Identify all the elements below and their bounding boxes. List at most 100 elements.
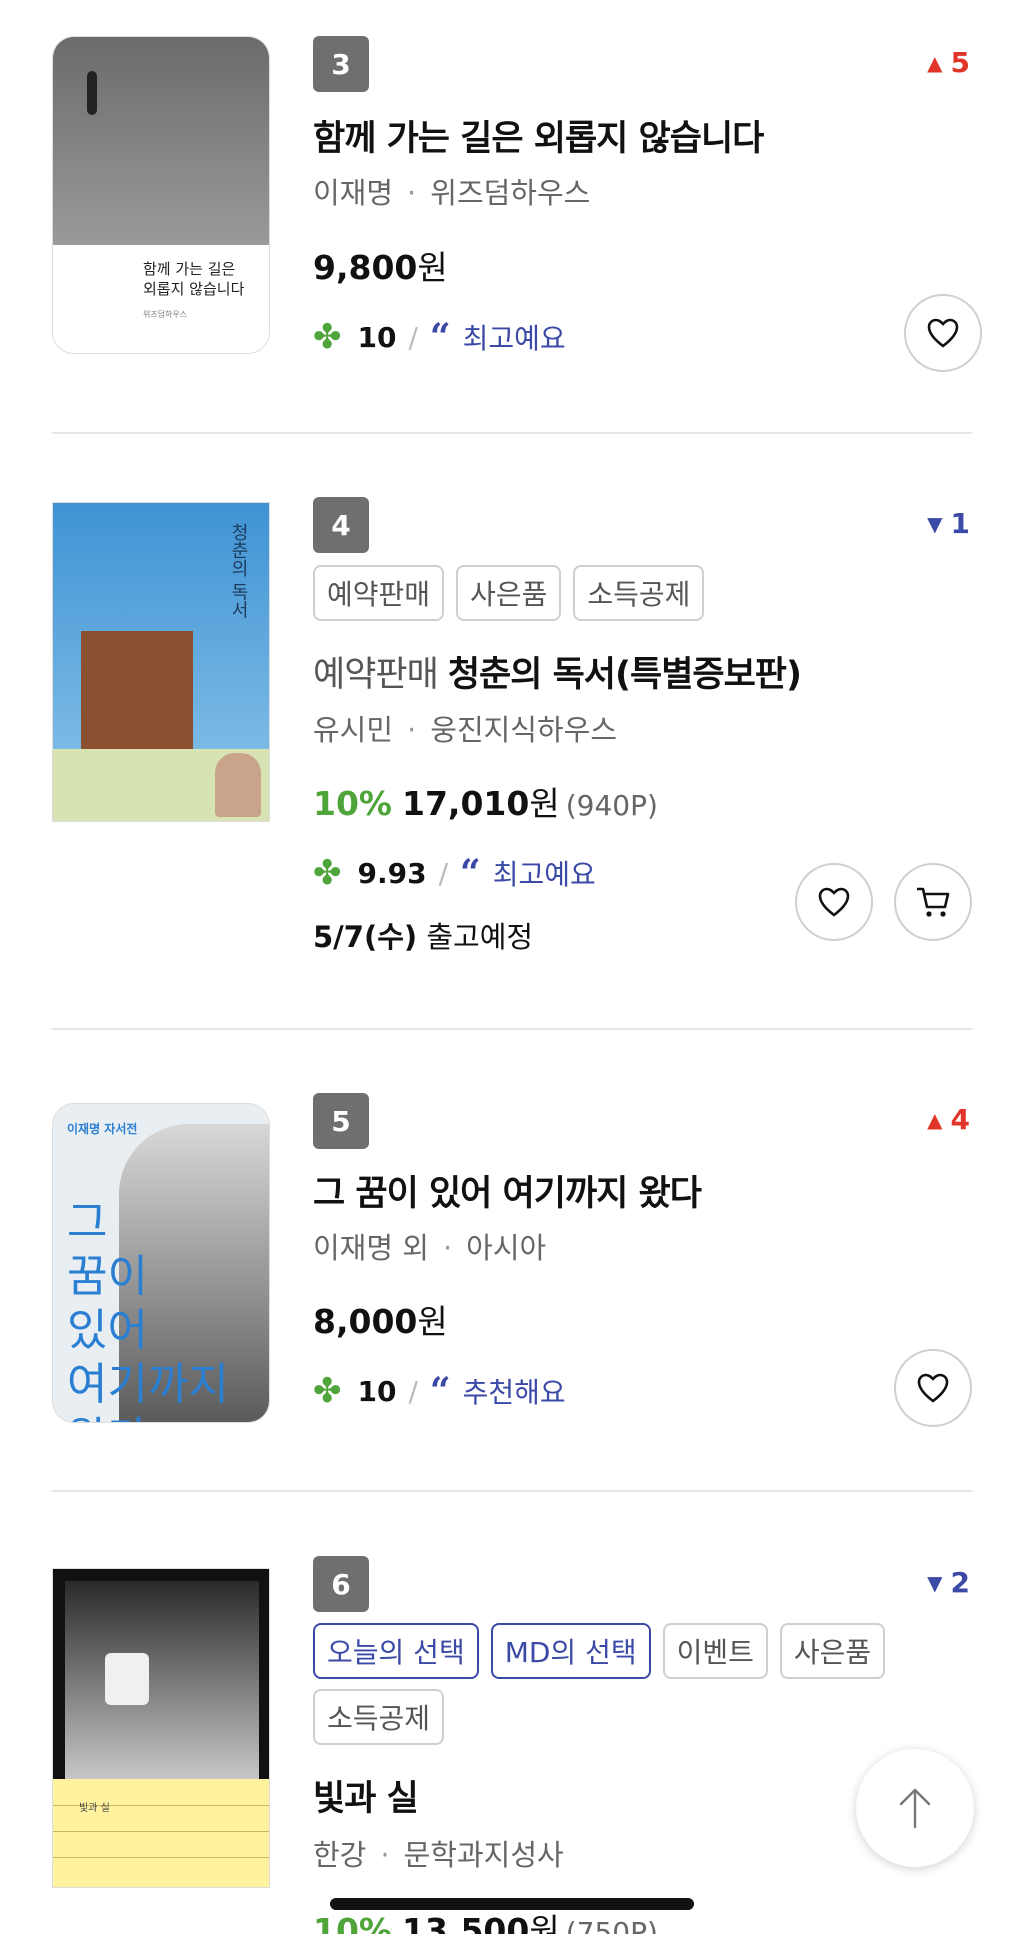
book-title[interactable]: 함께 가는 길은 외롭지 않습니다 <box>313 110 764 161</box>
tag: 예약판매 <box>313 565 445 621</box>
separator-dot: · <box>442 1231 453 1265</box>
author-publisher: 이재명 외 · 아시아 <box>313 1225 546 1267</box>
author-publisher: 한강 · 문학과지성사 <box>313 1832 564 1874</box>
item-divider <box>52 1490 972 1492</box>
review-label: 추천해요 <box>462 1376 566 1409</box>
list-item-rank-4[interactable]: 4 ▼ 1 예약판매 사은품 소득공제 예약판매 청춘의 독서(특별증보판) 유시… <box>52 497 972 1017</box>
publisher[interactable]: 문학과지성사 <box>404 1838 564 1872</box>
price: 10% 17,010원 (940P) <box>313 777 658 825</box>
rating-score: 10 <box>357 1374 397 1408</box>
quote-icon: “ <box>429 1370 451 1412</box>
separator-dot: · <box>380 1838 390 1872</box>
tag-list: 예약판매 사은품 소득공제 <box>313 565 953 621</box>
cart-icon <box>917 887 950 917</box>
quote-icon: “ <box>460 852 481 894</box>
scroll-to-top-button[interactable] <box>856 1749 974 1867</box>
triangle-down-icon: ▼ <box>927 1570 943 1595</box>
tag-md-pick: MD의 선택 <box>490 1623 651 1679</box>
author[interactable]: 이재명 <box>313 176 393 210</box>
list-item-rank-5[interactable]: 5 ▲ 4 그 꿈이 있어 여기까지 왔다 이재명 외 · 아시아 8,000원 ✤… <box>52 1093 972 1433</box>
price: 8,000원 <box>313 1295 448 1343</box>
wishlist-button[interactable] <box>904 294 982 372</box>
cart-button[interactable] <box>894 863 972 941</box>
rank-badge: 4 <box>313 497 369 553</box>
review-label: 최고예요 <box>492 858 596 891</box>
quote-icon: “ <box>429 316 451 358</box>
rank-badge: 3 <box>313 36 369 92</box>
rank-badge: 6 <box>313 1556 369 1612</box>
tag: 사은품 <box>779 1623 886 1679</box>
publisher[interactable]: 웅진지식하우스 <box>430 713 617 747</box>
author[interactable]: 유시민 <box>313 713 393 747</box>
price-value: 8,000 <box>313 1302 418 1341</box>
book-title[interactable]: 그 꿈이 있어 여기까지 왔다 <box>313 1165 702 1216</box>
clover-icon: ✤ <box>313 1371 342 1411</box>
list-item-rank-3[interactable]: 3 ▲ 5 함께 가는 길은 외롭지 않습니다 이재명 · 위즈덤하우스 9,800… <box>52 36 982 372</box>
rank-change-up: ▲ 5 <box>927 46 970 79</box>
heart-icon <box>917 1373 949 1403</box>
book-title[interactable]: 예약판매 청춘의 독서(특별증보판) <box>313 646 802 697</box>
rank-badge: 5 <box>313 1093 369 1149</box>
author[interactable]: 이재명 외 <box>313 1231 429 1265</box>
heart-icon <box>927 318 959 348</box>
heart-icon <box>818 887 850 917</box>
separator-dot: · <box>407 713 417 747</box>
wishlist-button[interactable] <box>795 863 873 941</box>
publisher[interactable]: 위즈덤하우스 <box>430 176 590 210</box>
rank-change-value: 4 <box>950 1103 970 1136</box>
reward-points: (750P) <box>565 1916 658 1934</box>
book-title-text: 청춘의 독서(특별증보판) <box>447 655 802 695</box>
rating-row: ✤ 10 / “ 최고예요 <box>313 316 566 358</box>
author-publisher: 유시민 · 웅진지식하우스 <box>313 707 617 749</box>
price-unit: 원 <box>529 1911 560 1934</box>
tag: 이벤트 <box>662 1623 768 1679</box>
price-unit: 원 <box>417 1302 448 1341</box>
discount-rate: 10% <box>313 784 392 823</box>
publisher[interactable]: 아시아 <box>466 1231 546 1265</box>
author-publisher: 이재명 · 위즈덤하우스 <box>313 170 590 212</box>
triangle-up-icon: ▲ <box>927 50 943 75</box>
rank-change-up: ▲ 4 <box>927 1103 970 1136</box>
price-unit: 원 <box>417 248 448 287</box>
item-divider <box>52 1028 972 1030</box>
tag: 소득공제 <box>573 565 705 621</box>
clover-icon: ✤ <box>313 853 342 893</box>
shipping-info: 5/7(수) 출고예정 <box>313 914 533 956</box>
review-label: 최고예요 <box>462 322 566 355</box>
slash-divider: / <box>408 320 418 354</box>
price-unit: 원 <box>529 784 560 823</box>
ship-label: 출고예정 <box>426 920 534 954</box>
price: 9,800원 <box>313 241 448 289</box>
wishlist-button[interactable] <box>894 1349 972 1427</box>
rating-score: 9.93 <box>357 856 427 890</box>
slash-divider: / <box>408 1374 418 1408</box>
tag-list: 오늘의 선택 MD의 선택 이벤트 사은품 소득공제 <box>313 1623 953 1745</box>
rating-score: 10 <box>357 320 397 354</box>
rank-change-value: 1 <box>950 507 970 540</box>
rating-row: ✤ 10 / “ 추천해요 <box>313 1370 566 1412</box>
separator-dot: · <box>407 176 417 210</box>
clover-icon: ✤ <box>313 317 342 357</box>
rating-row: ✤ 9.93 / “ 최고예요 <box>313 852 596 894</box>
reward-points: (940P) <box>565 789 658 822</box>
tag-todays-pick: 오늘의 선택 <box>313 1623 479 1679</box>
slash-divider: / <box>438 856 449 890</box>
tag: 사은품 <box>456 565 562 621</box>
tag: 소득공제 <box>313 1689 445 1745</box>
author[interactable]: 한강 <box>313 1838 366 1872</box>
rank-change-down: ▼ 2 <box>927 1566 970 1599</box>
ship-date: 5/7(수) <box>313 920 418 954</box>
price-value: 17,010 <box>402 784 530 823</box>
book-title[interactable]: 빛과 실 <box>313 1770 419 1821</box>
triangle-up-icon: ▲ <box>927 1107 943 1132</box>
title-prefix: 예약판매 <box>313 655 439 695</box>
price-value: 9,800 <box>313 248 418 287</box>
list-item-rank-6[interactable]: 6 ▼ 2 오늘의 선택 MD의 선택 이벤트 사은품 소득공제 빛과 실 한강… <box>52 1556 972 1934</box>
price-value: 13,500 <box>402 1911 530 1934</box>
arrow-up-icon <box>899 1788 931 1829</box>
home-indicator <box>330 1898 694 1910</box>
discount-rate: 10% <box>313 1911 392 1934</box>
rank-change-down: ▼ 1 <box>927 507 970 540</box>
rank-change-value: 5 <box>950 46 970 79</box>
rank-change-value: 2 <box>950 1566 970 1599</box>
